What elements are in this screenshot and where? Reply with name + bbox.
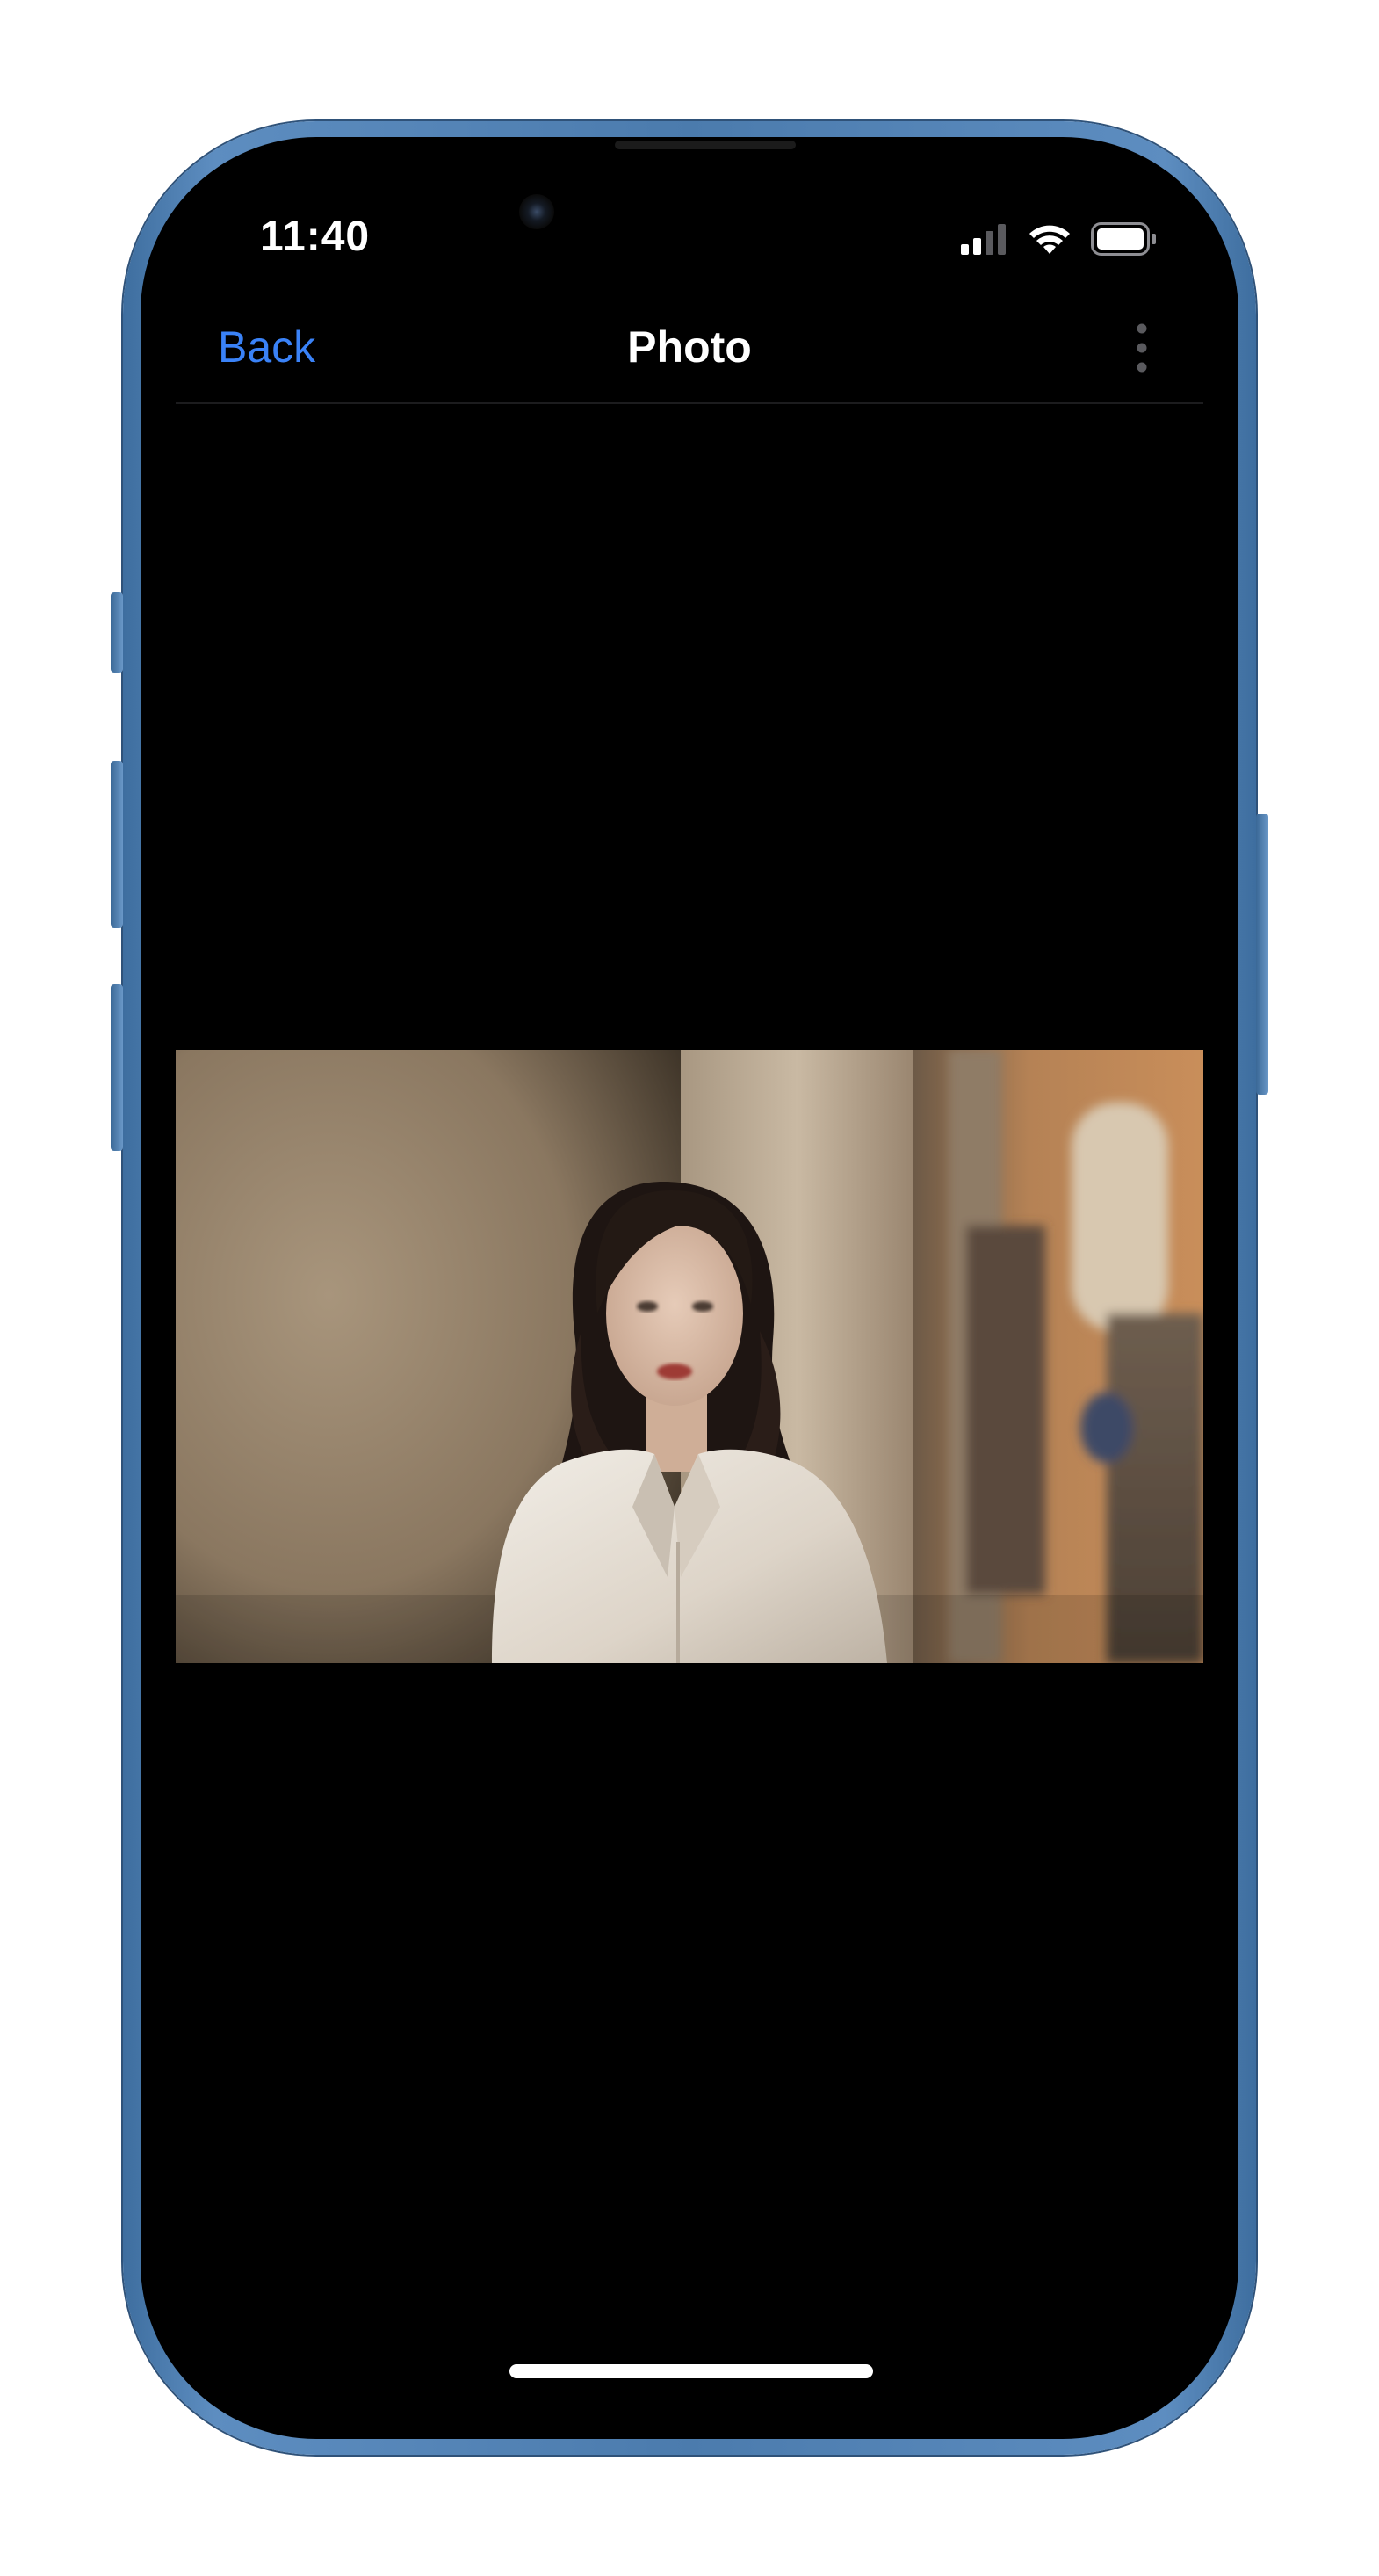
power-button (1256, 814, 1268, 1095)
cellular-signal-icon (961, 224, 1006, 255)
front-camera (519, 194, 554, 229)
status-icons (961, 221, 1158, 257)
phone-screen: 11:40 Back Photo (141, 137, 1238, 2439)
status-time: 11:40 (260, 213, 371, 260)
phone-frame: 11:40 Back Photo (111, 121, 1268, 2455)
photo-image[interactable] (176, 1050, 1203, 1663)
portrait-photo (176, 1050, 1203, 1663)
volume-down-button (111, 984, 123, 1151)
silent-switch (111, 592, 123, 673)
home-indicator[interactable] (509, 2364, 873, 2378)
battery-icon (1091, 222, 1156, 256)
page-title: Photo (627, 322, 752, 372)
earpiece-speaker (615, 141, 796, 149)
vertical-ellipsis-icon[interactable] (1131, 320, 1152, 376)
volume-up-button (111, 761, 123, 928)
navigation-bar: Back Photo (176, 288, 1203, 404)
wifi-icon (1029, 225, 1070, 254)
